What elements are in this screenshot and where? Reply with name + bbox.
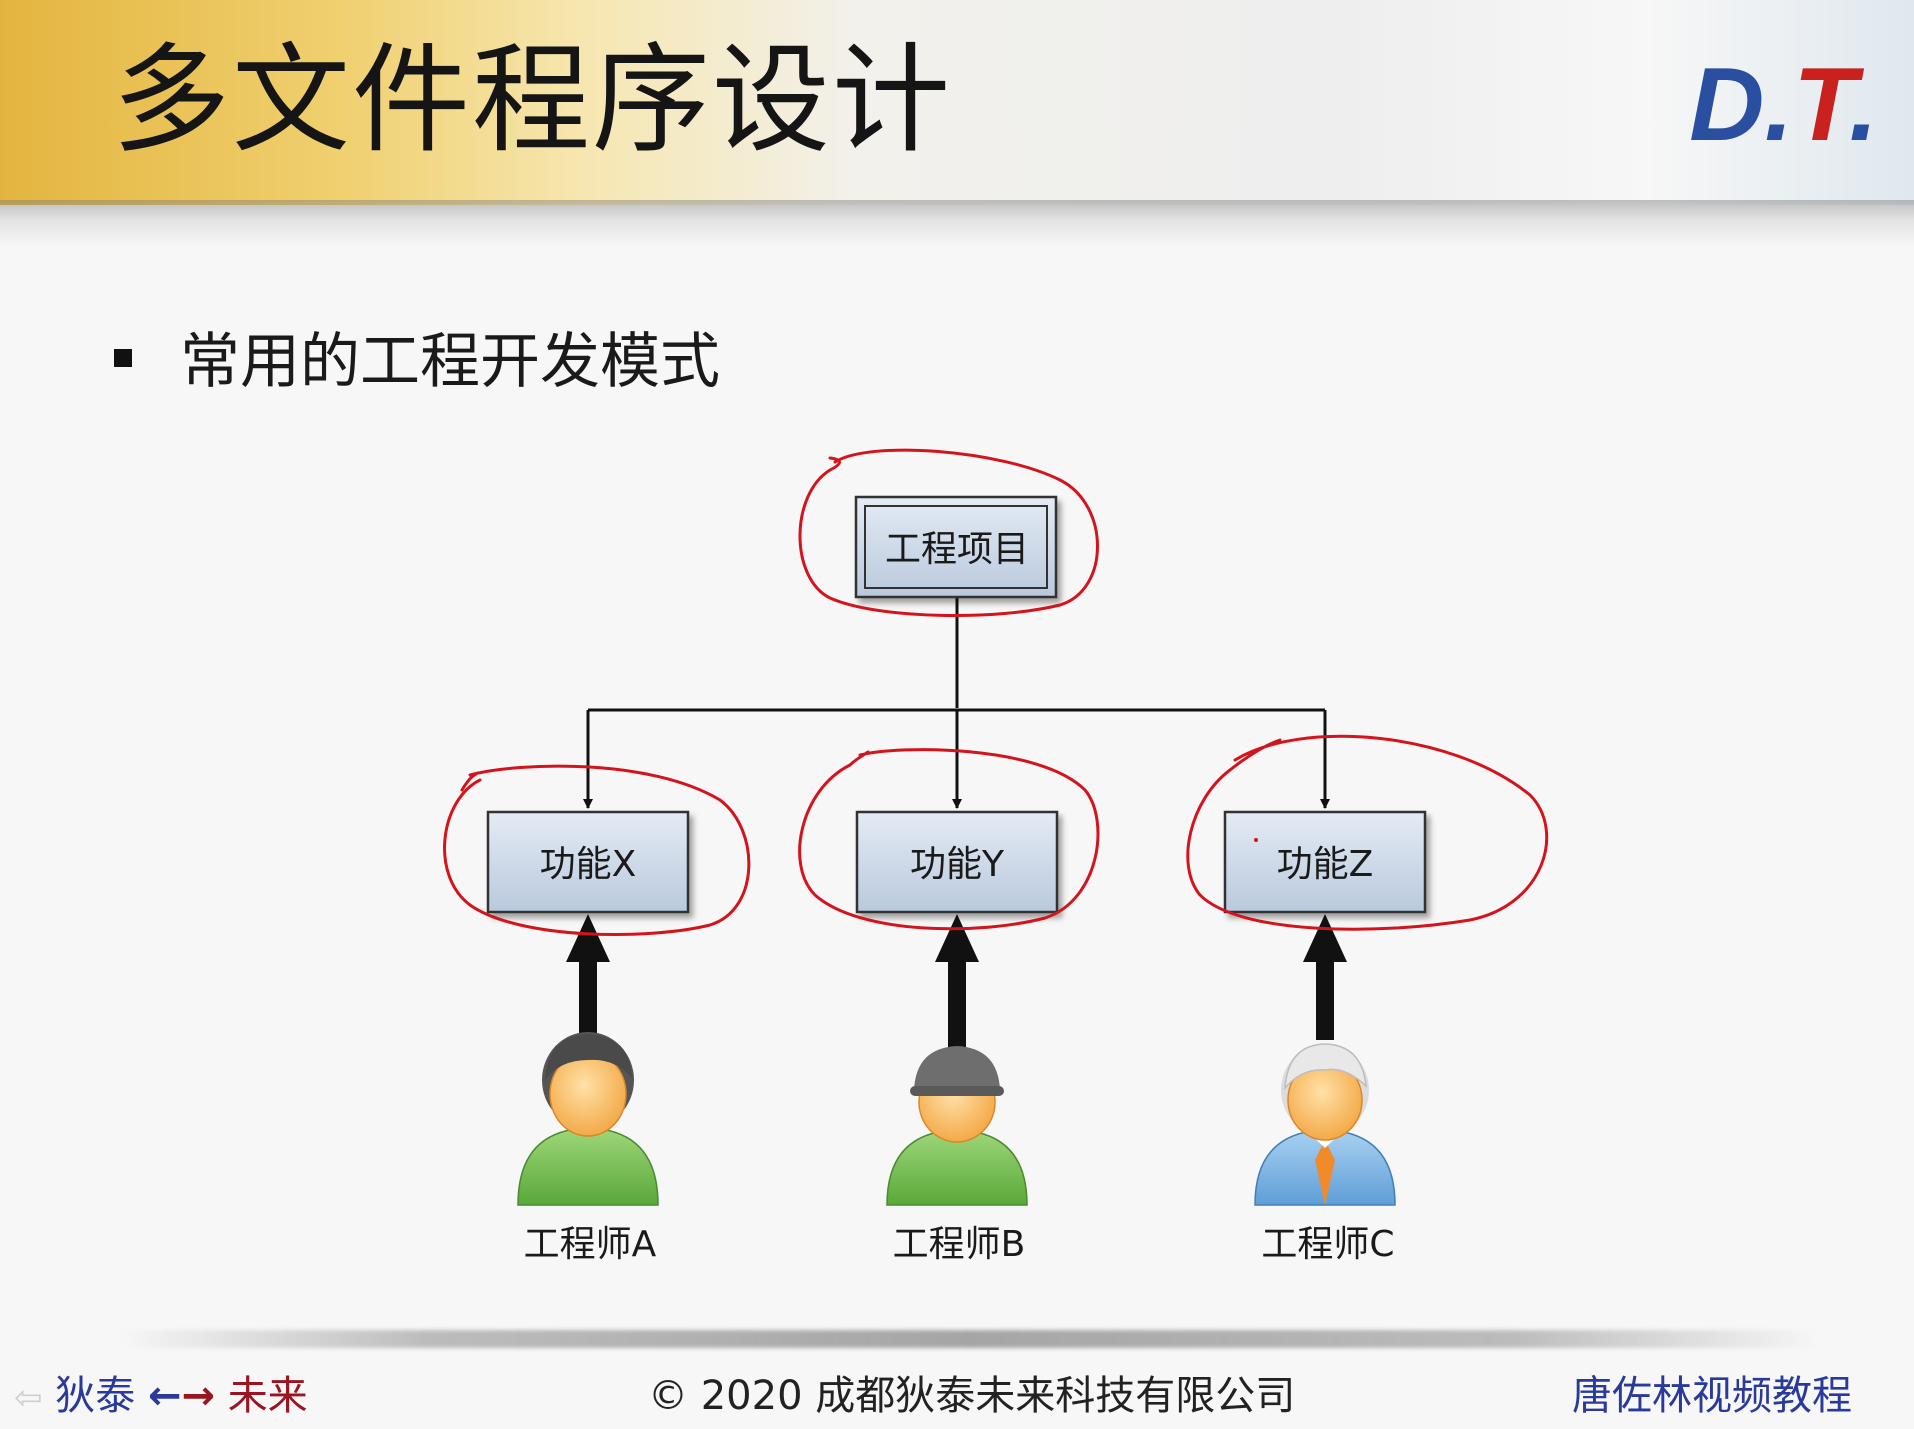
- engineer-c-arrow-head: [1303, 914, 1347, 962]
- tree-connectors: [583, 598, 1330, 809]
- engineer-b-label: 工程师B: [893, 1224, 1026, 1265]
- left-arrow-icon[interactable]: ⇦: [14, 1378, 43, 1418]
- footer-course-name: 唐佐林视频教程: [1572, 1373, 1852, 1419]
- footer-nav: ⇦ 狄泰 ←→ 未来: [14, 1368, 308, 1426]
- engineer-a-person-icon: [517, 1032, 659, 1206]
- module-z-label: 功能Z: [1277, 844, 1374, 885]
- engineer-b-arrow-head: [935, 914, 979, 962]
- engineer-arrows: [566, 914, 1347, 1048]
- footer-brand-part2: 未来: [227, 1373, 308, 1419]
- footer-brand-part1: 狄泰: [55, 1373, 136, 1419]
- module-x-label: 功能X: [540, 844, 637, 885]
- engineer-c-label: 工程师C: [1261, 1224, 1394, 1265]
- module-y-label: 功能Y: [910, 844, 1005, 885]
- module-node-x: 功能X: [486, 810, 690, 914]
- module-node-z: 功能Z: [1223, 810, 1427, 914]
- annotation-dot: [1254, 838, 1258, 842]
- footer-arrow-right: →: [181, 1373, 215, 1419]
- root-node-label: 工程项目: [885, 529, 1029, 570]
- engineer-c-arrow-shaft: [1316, 958, 1334, 1040]
- engineer-a-arrow-head: [566, 914, 610, 962]
- footer-divider: [120, 1330, 1820, 1348]
- engineer-a-label: 工程师A: [524, 1224, 657, 1265]
- engineer-b-person-icon: [886, 1046, 1028, 1206]
- footer-arrow-left: ←: [147, 1373, 182, 1419]
- project-structure-diagram: 工程项目 功能X 功能Y 功能Z 工程师A 工程师B 工程师C: [443, 448, 1549, 1265]
- engineer-c-person-icon: [1254, 1043, 1396, 1206]
- engineer-a-arrow-shaft: [579, 958, 597, 1034]
- engineer-b-arrow-shaft: [948, 958, 966, 1048]
- footer-copyright: © 2020 成都狄泰未来科技有限公司: [648, 1373, 1296, 1419]
- module-node-y: 功能Y: [855, 810, 1059, 914]
